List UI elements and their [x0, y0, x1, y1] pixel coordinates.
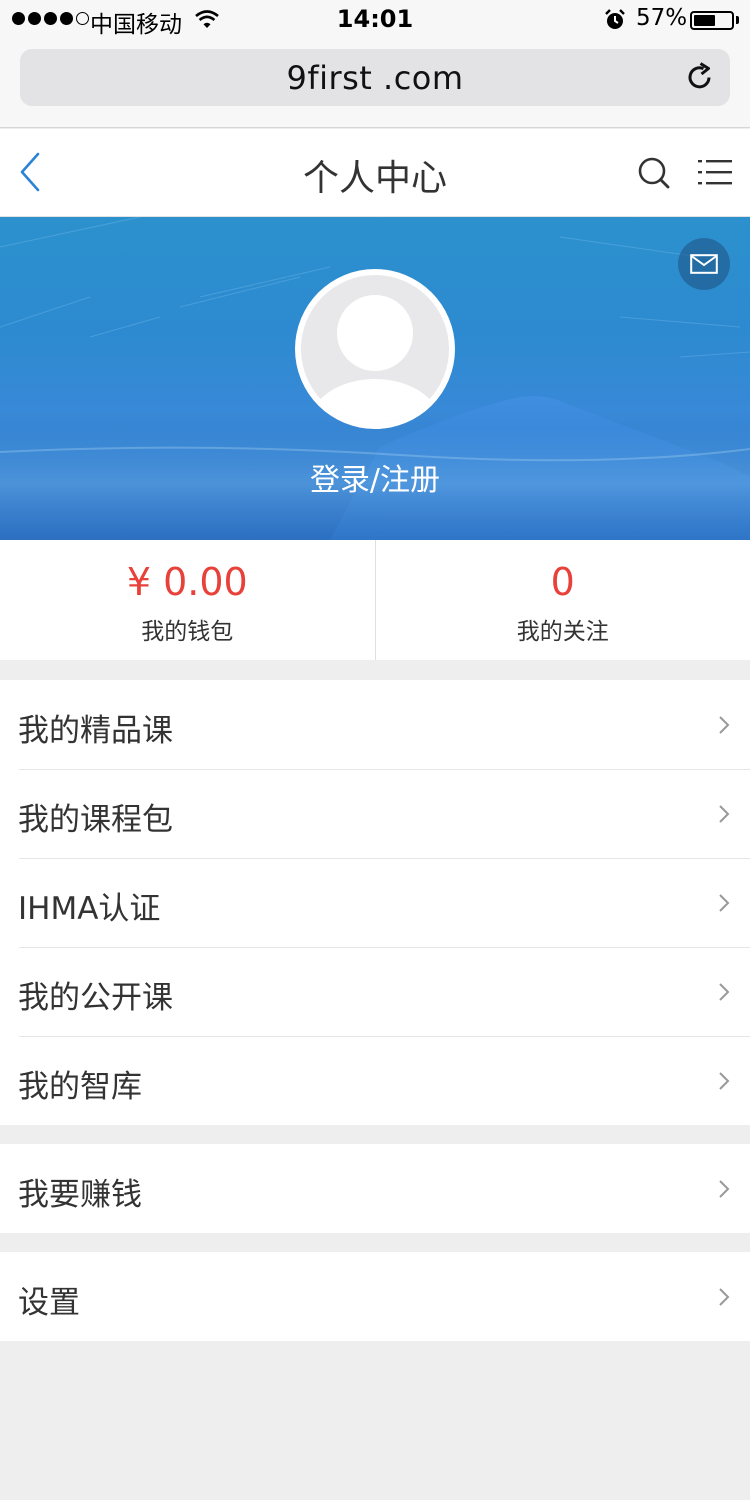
battery-tip — [736, 16, 739, 24]
url-field[interactable]: 9first .com — [20, 49, 730, 106]
url-text: 9first .com — [286, 59, 464, 97]
list-menu-icon[interactable] — [698, 157, 732, 191]
menu-item-settings[interactable]: 设置 — [0, 1252, 750, 1341]
settings-menu-group: 设置 — [0, 1252, 750, 1341]
chevron-right-icon — [718, 1287, 730, 1311]
wallet-balance: ¥ 0.00 — [126, 560, 248, 604]
battery-icon — [690, 11, 734, 30]
account-stats: ¥ 0.00 我的钱包 0 我的关注 — [0, 540, 750, 660]
chevron-right-icon — [718, 893, 730, 917]
profile-banner: 登录/注册 — [0, 217, 750, 540]
status-bar: 中国移动 14:01 57% — [0, 0, 750, 40]
chevron-right-icon — [718, 1179, 730, 1203]
alarm-icon — [604, 9, 626, 37]
following-count: 0 — [550, 560, 575, 604]
menu-item-course-packages[interactable]: 我的课程包 — [0, 769, 750, 858]
menu-item-label: 我要赚钱 — [18, 1177, 142, 1213]
menu-item-label: 我的智库 — [18, 1069, 142, 1105]
avatar[interactable] — [295, 269, 455, 429]
default-user-icon — [301, 275, 449, 423]
earn-menu-group: 我要赚钱 — [0, 1144, 750, 1233]
menu-item-ihma-certification[interactable]: IHMA认证 — [0, 858, 750, 947]
menu-item-label: IHMA认证 — [18, 891, 161, 927]
menu-item-premium-courses[interactable]: 我的精品课 — [0, 680, 750, 769]
battery-percent: 57% — [636, 5, 688, 31]
chevron-right-icon — [718, 1071, 730, 1095]
chevron-right-icon — [718, 982, 730, 1006]
wallet-label: 我的钱包 — [141, 619, 234, 645]
following-label: 我的关注 — [516, 619, 609, 645]
menu-item-label: 我的公开课 — [18, 980, 173, 1016]
course-menu-group: 我的精品课 我的课程包 IHMA认证 我的公开课 我的智库 — [0, 680, 750, 1125]
search-icon[interactable] — [636, 155, 672, 195]
menu-item-think-tank[interactable]: 我的智库 — [0, 1036, 750, 1125]
wallet-stat[interactable]: ¥ 0.00 我的钱包 — [0, 540, 375, 660]
mail-icon[interactable] — [678, 238, 730, 290]
menu-item-earn-money[interactable]: 我要赚钱 — [0, 1144, 750, 1233]
browser-toolbar: 9first .com — [0, 40, 750, 128]
page-header: 个人中心 — [0, 129, 750, 217]
menu-item-label: 我的课程包 — [18, 802, 173, 838]
chevron-right-icon — [718, 715, 730, 739]
login-register-link[interactable]: 登录/注册 — [0, 455, 750, 499]
menu-item-public-courses[interactable]: 我的公开课 — [0, 947, 750, 1036]
following-stat[interactable]: 0 我的关注 — [374, 540, 750, 660]
reload-icon[interactable] — [686, 62, 714, 96]
chevron-right-icon — [718, 804, 730, 828]
menu-item-label: 我的精品课 — [18, 713, 173, 749]
menu-item-label: 设置 — [18, 1285, 80, 1321]
